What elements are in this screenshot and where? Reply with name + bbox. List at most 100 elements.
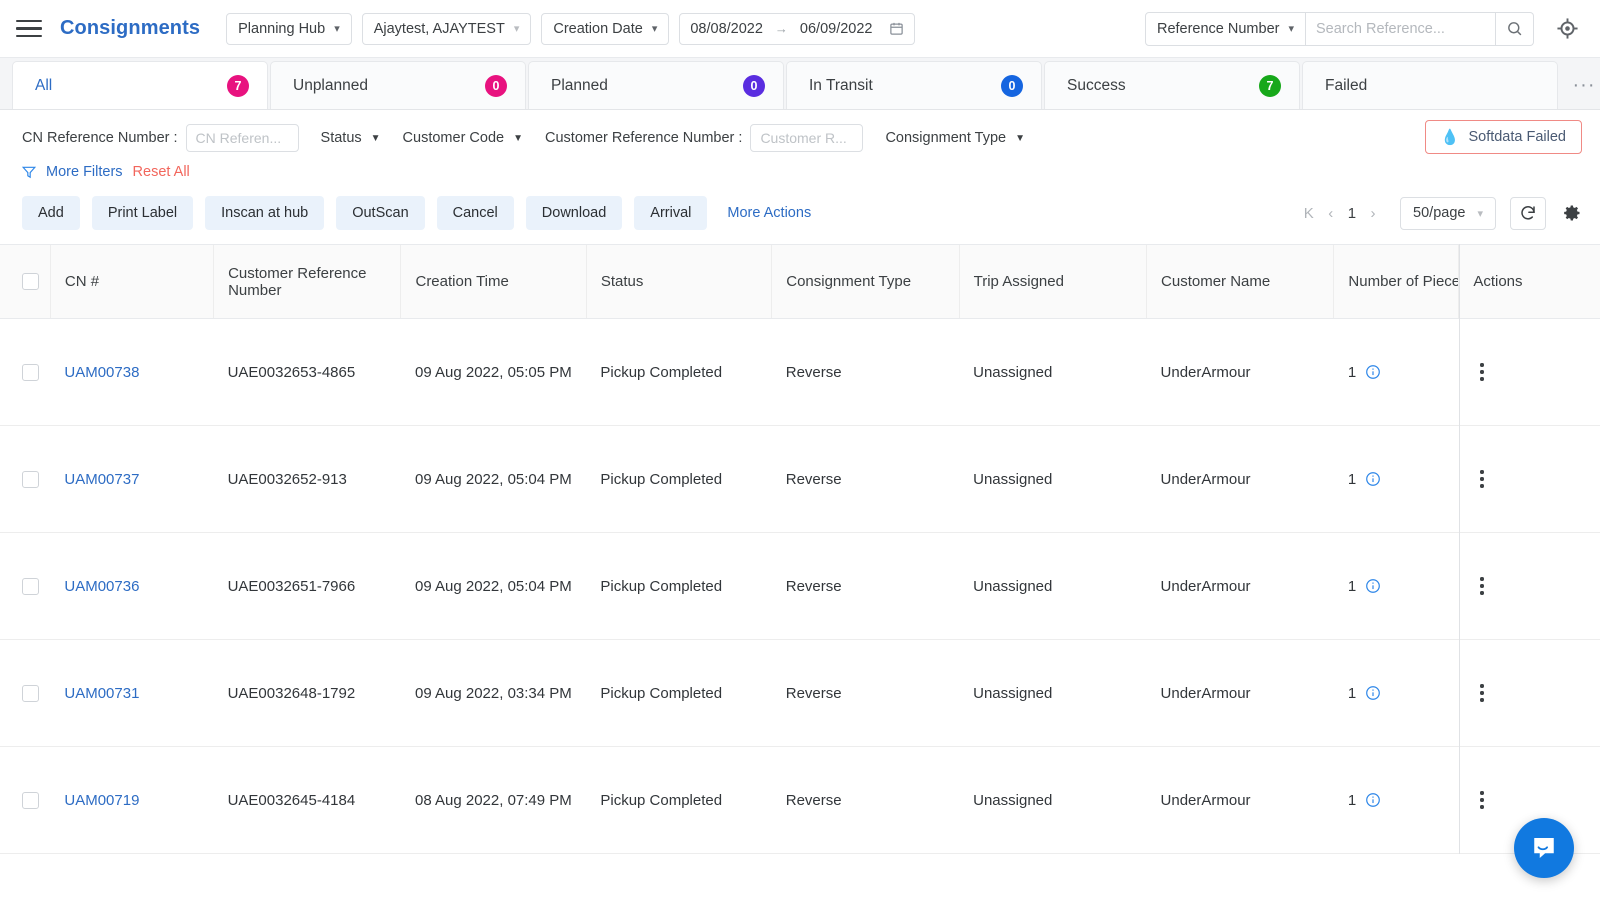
customer-name-cell-text: UnderArmour — [1161, 578, 1251, 595]
top-bar-right: Reference Number ▾ — [1145, 12, 1582, 46]
cn-cell-text[interactable]: UAM00719 — [64, 792, 139, 809]
current-page-number[interactable]: 1 — [1342, 205, 1362, 222]
status-filter-dropdown[interactable]: Status ▼ — [321, 130, 381, 146]
customer-name-cell: UnderArmour — [1147, 426, 1334, 533]
date-from-value: 08/08/2022 — [690, 21, 763, 37]
page-size-select[interactable]: 50/page ▾ — [1400, 197, 1496, 230]
number-of-pieces-cell: 1 — [1334, 426, 1459, 533]
reset-all-link[interactable]: Reset All — [133, 164, 190, 180]
arrival-button[interactable]: Arrival — [634, 196, 707, 230]
row-actions-menu-icon[interactable] — [1473, 577, 1491, 594]
creation-time-cell: 09 Aug 2022, 05:05 PM — [401, 319, 586, 426]
more-filters-link[interactable]: More Filters — [46, 164, 123, 180]
cn-reference-number-label: CN Reference Number : — [22, 130, 178, 146]
column-header-customer-reference[interactable]: Customer Reference Number — [214, 245, 401, 319]
cn-cell-text[interactable]: UAM00736 — [64, 578, 139, 595]
search-button[interactable] — [1496, 12, 1534, 46]
tab-all[interactable]: All7 — [12, 61, 268, 109]
tab-failed[interactable]: Failed — [1302, 61, 1558, 109]
cn-reference-number-input[interactable] — [186, 124, 299, 152]
consignment-type-cell: Reverse — [772, 533, 959, 640]
select-all-checkbox[interactable] — [22, 273, 39, 290]
row-checkbox[interactable] — [22, 471, 39, 488]
consignment-type-filter-label: Consignment Type — [885, 130, 1006, 146]
chevron-down-icon: ▼ — [1015, 133, 1025, 144]
row-checkbox[interactable] — [22, 685, 39, 702]
tab-in-transit[interactable]: In Transit0 — [786, 61, 1042, 109]
hamburger-menu-icon[interactable] — [16, 18, 42, 40]
table-row[interactable]: UAM00737UAE0032652-91309 Aug 2022, 05:04… — [0, 426, 1600, 533]
search-input[interactable] — [1306, 12, 1496, 46]
table-settings-gear-icon[interactable] — [1562, 203, 1582, 223]
softdata-failed-button[interactable]: 💧 Softdata Failed — [1425, 120, 1582, 154]
table-row[interactable]: UAM00736UAE0032651-796609 Aug 2022, 05:0… — [0, 533, 1600, 640]
info-icon[interactable] — [1365, 792, 1381, 808]
row-actions-menu-icon[interactable] — [1473, 791, 1491, 808]
column-header-trip-assigned[interactable]: Trip Assigned — [959, 245, 1146, 319]
tab-count-badge: 0 — [485, 75, 507, 97]
info-icon[interactable] — [1365, 364, 1381, 380]
row-actions-menu-icon[interactable] — [1473, 363, 1491, 380]
row-checkbox[interactable] — [22, 364, 39, 381]
actions-cell — [1459, 319, 1600, 426]
download-button[interactable]: Download — [526, 196, 623, 230]
tab-planned[interactable]: Planned0 — [528, 61, 784, 109]
search-type-select[interactable]: Reference Number ▾ — [1145, 12, 1306, 46]
table-row[interactable]: UAM00719UAE0032645-418408 Aug 2022, 07:4… — [0, 747, 1600, 854]
first-page-icon[interactable]: K — [1298, 199, 1320, 227]
customer-reference-cell: UAE0032645-4184 — [214, 747, 401, 854]
outscan-button[interactable]: OutScan — [336, 196, 424, 230]
status-cell: Pickup Completed — [586, 319, 771, 426]
status-cell-text: Pickup Completed — [600, 578, 722, 595]
trip-assigned-cell-text: Unassigned — [973, 685, 1052, 702]
status-tab-bar: All7Unplanned0Planned0In Transit0Success… — [0, 58, 1600, 110]
table-row[interactable]: UAM00731UAE0032648-179209 Aug 2022, 03:3… — [0, 640, 1600, 747]
column-header-number-of-pieces[interactable]: Number of Piece — [1334, 245, 1459, 319]
row-checkbox[interactable] — [22, 578, 39, 595]
planning-hub-select[interactable]: Planning Hub ▾ — [226, 13, 352, 45]
date-type-select[interactable]: Creation Date ▾ — [541, 13, 669, 45]
customer-code-filter-dropdown[interactable]: Customer Code ▼ — [403, 130, 523, 146]
row-actions-menu-icon[interactable] — [1473, 470, 1491, 487]
cn-cell-text[interactable]: UAM00737 — [64, 471, 139, 488]
inscan-at-hub-button[interactable]: Inscan at hub — [205, 196, 324, 230]
tab-unplanned[interactable]: Unplanned0 — [270, 61, 526, 109]
column-header-status[interactable]: Status — [586, 245, 771, 319]
print-label-button[interactable]: Print Label — [92, 196, 193, 230]
creation-time-cell-text: 09 Aug 2022, 05:05 PM — [415, 364, 572, 381]
prev-page-icon[interactable]: ‹ — [1320, 199, 1342, 227]
info-icon[interactable] — [1365, 471, 1381, 487]
column-header-consignment-type[interactable]: Consignment Type — [772, 245, 959, 319]
table-row[interactable]: UAM00738 UAE0032653-4865 09 Aug 2022, 05:0… — [0, 319, 1600, 426]
chat-bubble-icon[interactable] — [1514, 818, 1574, 878]
column-header-cn[interactable]: CN # — [50, 245, 213, 319]
more-actions-link[interactable]: More Actions — [727, 205, 811, 221]
info-icon[interactable] — [1365, 685, 1381, 701]
crosshair-target-icon[interactable] — [1552, 14, 1582, 44]
cn-cell-text[interactable]: UAM00738 — [64, 364, 139, 381]
cancel-button[interactable]: Cancel — [437, 196, 514, 230]
consignment-type-cell-text: Reverse — [786, 364, 842, 381]
account-select[interactable]: Ajaytest, AJAYTEST ▾ — [362, 13, 532, 45]
tabs-overflow-icon[interactable]: ··· — [1568, 61, 1600, 109]
customer-name-cell: UnderArmour — [1147, 747, 1334, 854]
add-button[interactable]: Add — [22, 196, 80, 230]
creation-time-cell: 09 Aug 2022, 05:04 PM — [401, 533, 586, 640]
status-cell: Pickup Completed — [586, 640, 771, 747]
column-header-creation-time[interactable]: Creation Time — [401, 245, 586, 319]
next-page-icon[interactable]: › — [1362, 199, 1384, 227]
trip-assigned-cell: Unassigned — [959, 533, 1146, 640]
info-icon[interactable] — [1365, 578, 1381, 594]
row-actions-menu-icon[interactable] — [1473, 684, 1491, 701]
tab-success[interactable]: Success7 — [1044, 61, 1300, 109]
consignment-type-filter-dropdown[interactable]: Consignment Type ▼ — [885, 130, 1025, 146]
page-size-label: 50/page — [1413, 205, 1465, 221]
customer-reference-number-input[interactable] — [750, 124, 863, 152]
tab-label: Success — [1067, 77, 1126, 95]
refresh-button[interactable] — [1510, 197, 1546, 230]
cn-cell-text[interactable]: UAM00731 — [64, 685, 139, 702]
date-range-picker[interactable]: 08/08/2022 → 06/09/2022 — [679, 13, 914, 45]
customer-reference-cell: UAE0032653-4865 — [214, 319, 401, 426]
column-header-customer-name[interactable]: Customer Name — [1147, 245, 1334, 319]
row-checkbox[interactable] — [22, 792, 39, 809]
